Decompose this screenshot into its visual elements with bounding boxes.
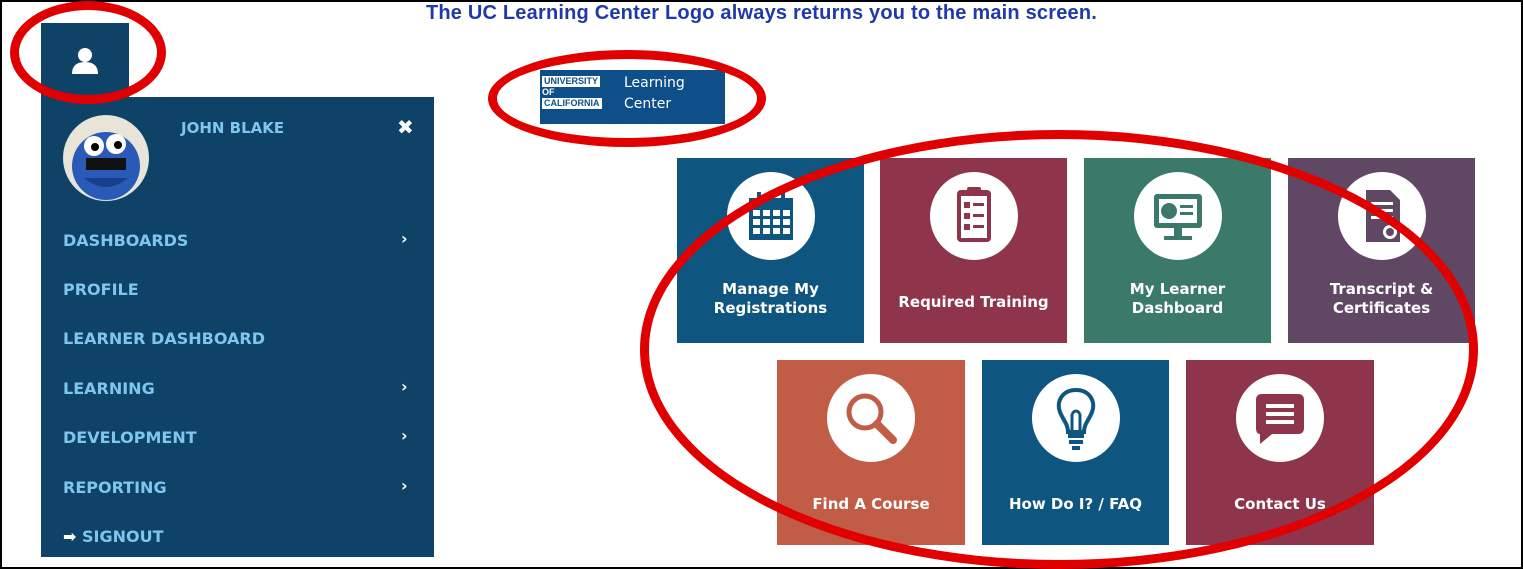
signout-icon: ➡ <box>63 527 77 546</box>
username: JOHN BLAKE <box>181 119 285 137</box>
sidebar-item-development[interactable]: DEVELOPMENT › <box>63 426 408 447</box>
sidebar-item-reporting[interactable]: REPORTING › <box>63 476 408 497</box>
sidebar-item-label: DASHBOARDS <box>63 231 189 250</box>
sidebar-item-label: LEARNER DASHBOARD <box>63 329 265 348</box>
chevron-right-icon: › <box>401 377 408 396</box>
sidebar-item-learner-dashboard[interactable]: LEARNER DASHBOARD <box>63 329 265 348</box>
chevron-right-icon: › <box>401 476 408 495</box>
sidebar-item-label: REPORTING <box>63 478 167 497</box>
chevron-right-icon: › <box>401 426 408 445</box>
chevron-right-icon: › <box>401 229 408 248</box>
sidebar-item-learning[interactable]: LEARNING › <box>63 377 408 398</box>
sidebar-item-dashboards[interactable]: DASHBOARDS › <box>63 229 408 250</box>
sidebar-item-label: DEVELOPMENT <box>63 428 197 447</box>
sidebar-item-profile[interactable]: PROFILE <box>63 280 139 299</box>
sidebar-item-label: PROFILE <box>63 280 139 299</box>
signout-link[interactable]: ➡ SIGNOUT <box>63 527 164 546</box>
caption-text: The UC Learning Center Logo always retur… <box>425 2 1098 24</box>
annotation-ellipse-user <box>10 1 166 104</box>
close-icon[interactable]: ✖ <box>397 115 414 139</box>
sidebar-menu: JOHN BLAKE ✖ DASHBOARDS › PROFILE LEARNE… <box>41 97 434 557</box>
avatar <box>63 115 149 201</box>
annotation-ellipse-logo <box>488 50 766 147</box>
signout-label: SIGNOUT <box>81 527 164 546</box>
sidebar-item-label: LEARNING <box>63 379 155 398</box>
annotation-ellipse-tiles <box>640 130 1478 569</box>
